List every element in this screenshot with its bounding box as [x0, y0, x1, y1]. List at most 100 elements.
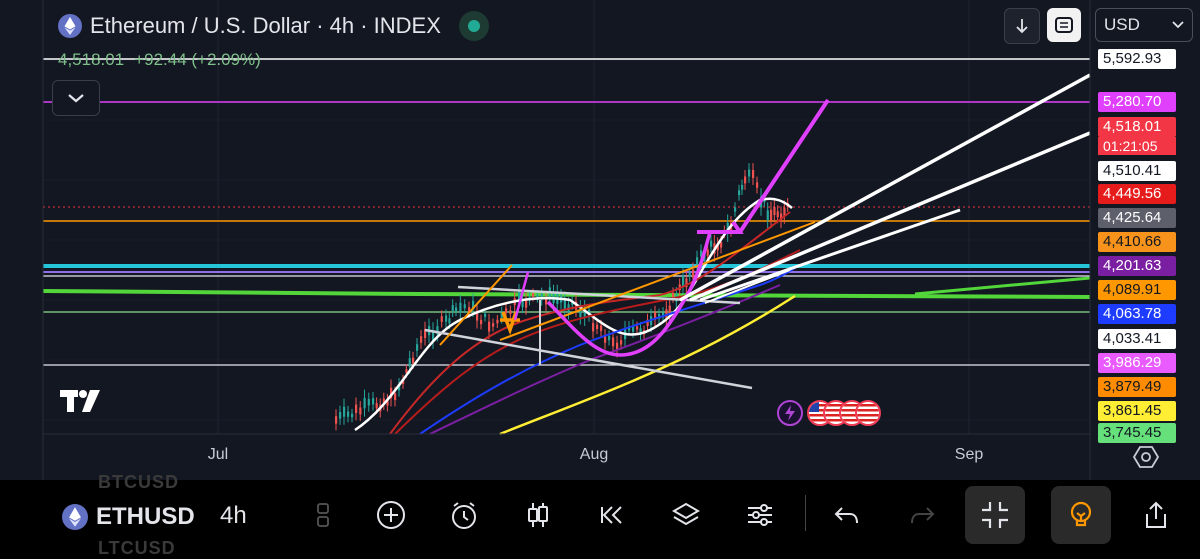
chevron-down-icon: [68, 94, 84, 103]
indicators-button[interactable]: [742, 497, 778, 533]
us-flag-icon[interactable]: [855, 400, 881, 426]
ghost-symbol-prev[interactable]: BTCUSD: [98, 472, 179, 493]
fullscreen-button[interactable]: [1047, 8, 1081, 42]
idea-icon: [1070, 501, 1092, 527]
candle-body: [592, 323, 595, 332]
candle-body: [752, 170, 755, 179]
bolt-icon[interactable]: [777, 400, 803, 426]
candle-body: [608, 335, 611, 341]
candle-body: [682, 275, 685, 287]
price-chart[interactable]: [0, 0, 1200, 480]
chart-area[interactable]: Ethereum / U.S. Dollar · 4h · INDEX 4,51…: [0, 0, 1200, 480]
candle-body: [351, 413, 354, 418]
price-label: 3,986.29: [1098, 353, 1176, 373]
price-label: 4,033.41: [1098, 329, 1176, 349]
candle-body: [710, 240, 713, 247]
price-label: 4,089.91: [1098, 280, 1176, 300]
candle-body: [612, 337, 615, 347]
add-icon: [377, 501, 405, 529]
layers-icon: [672, 502, 700, 526]
candle-body: [343, 406, 346, 417]
candle-body: [455, 307, 458, 312]
candle-body: [636, 326, 639, 330]
chart-type-button[interactable]: [520, 497, 556, 533]
legend-toggle-button[interactable]: [52, 80, 100, 116]
chevron-down-icon: [1172, 21, 1184, 29]
add-button[interactable]: [373, 497, 409, 533]
indicators-icon: [748, 504, 772, 526]
candle-body: [748, 169, 751, 177]
replay-button[interactable]: [594, 497, 630, 533]
drag-handle[interactable]: [305, 497, 341, 533]
price-line: 4,518.01 +92.44 (+2.09%): [58, 50, 261, 70]
price-label: 3,861.45: [1098, 401, 1176, 421]
ethereum-icon: [62, 504, 88, 530]
replay-icon: [601, 506, 622, 524]
candle-body: [766, 210, 769, 221]
share-button[interactable]: [1138, 497, 1174, 533]
price-label: 4,410.66: [1098, 232, 1176, 252]
last-price: 4,518.01: [58, 50, 125, 69]
price-label: 4,063.78: [1098, 304, 1176, 324]
candle-body: [359, 407, 362, 415]
candle-body: [734, 207, 737, 212]
fullscreen-icon: [1055, 17, 1073, 33]
candle-body: [505, 308, 508, 313]
layers-button[interactable]: [668, 497, 704, 533]
collapse-button[interactable]: [965, 486, 1025, 544]
time-label-sep: Sep: [954, 446, 984, 463]
symbol-name: ETHUSD: [96, 503, 195, 530]
candle-body: [672, 292, 675, 298]
symbol-selector[interactable]: ETHUSD: [62, 503, 195, 531]
candle-body: [770, 209, 773, 220]
candle-body: [744, 176, 747, 184]
price-label: 5,280.70: [1098, 92, 1176, 112]
market-status-icon[interactable]: [458, 11, 489, 41]
candle-body: [363, 397, 366, 409]
price-label: 4,425.64: [1098, 208, 1176, 228]
price-label: 5,592.93: [1098, 49, 1176, 69]
ethereum-icon: [58, 14, 82, 38]
symbol-header[interactable]: Ethereum / U.S. Dollar · 4h · INDEX: [58, 11, 489, 41]
alert-icon: [452, 502, 476, 529]
candle-body: [776, 211, 779, 218]
candle-body: [484, 313, 487, 317]
redo-button[interactable]: [904, 497, 940, 533]
settings-icon[interactable]: [1133, 444, 1159, 470]
candle-body: [509, 310, 512, 315]
candle-body: [459, 302, 462, 313]
candles-icon: [528, 503, 548, 527]
candle-body: [480, 319, 483, 325]
candle-body: [741, 184, 744, 190]
undo-button[interactable]: [829, 497, 865, 533]
ideas-button[interactable]: [1051, 486, 1111, 544]
candle-body: [563, 299, 566, 310]
currency-value: USD: [1104, 15, 1140, 34]
currency-select[interactable]: USD: [1095, 8, 1193, 42]
candle-body: [620, 340, 623, 345]
symbol-title: Ethereum / U.S. Dollar · 4h · INDEX: [90, 13, 441, 38]
candle-body: [738, 190, 741, 196]
collapse-icon: [982, 502, 1008, 528]
candle-body: [440, 316, 443, 322]
candle-body: [492, 323, 495, 327]
candle-body: [355, 404, 358, 414]
download-button[interactable]: [1004, 8, 1040, 44]
tradingview-logo: [60, 390, 100, 412]
candle-body: [416, 344, 419, 351]
candle-body: [532, 293, 535, 297]
candle-body: [412, 357, 415, 364]
candle-body: [773, 207, 776, 216]
economic-events[interactable]: [777, 400, 881, 426]
alert-button[interactable]: [446, 497, 482, 533]
price-label: 01:21:05: [1098, 137, 1176, 155]
redo-icon: [911, 507, 935, 524]
candle-body: [496, 319, 499, 324]
candle-body: [688, 272, 691, 277]
ghost-symbol-next[interactable]: LTCUSD: [98, 538, 176, 559]
candle-body: [445, 315, 448, 322]
interval-button[interactable]: 4h: [220, 502, 247, 530]
candle-body: [339, 412, 342, 419]
time-label-jul: Jul: [207, 446, 229, 463]
candle-body: [521, 301, 524, 308]
